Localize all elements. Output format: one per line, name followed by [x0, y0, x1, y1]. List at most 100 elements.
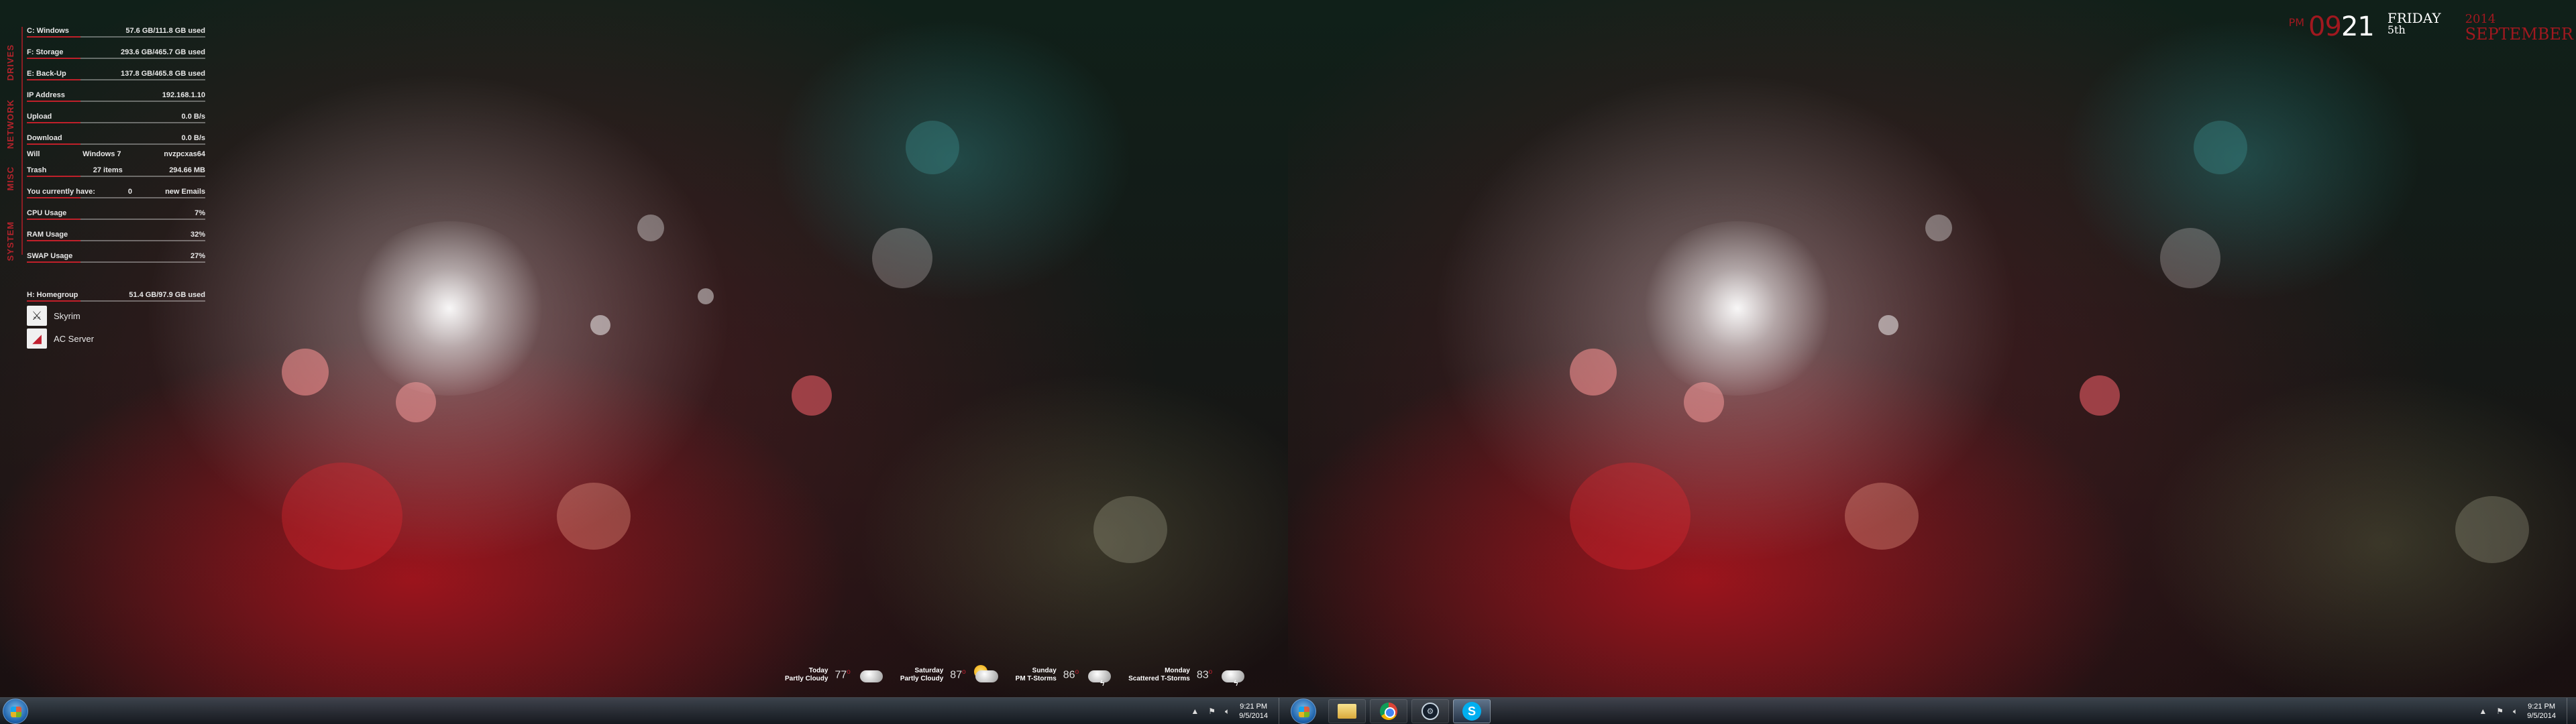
drive-label: F: Storage — [27, 48, 64, 56]
drive-usage: 137.8 GB/465.8 GB used — [121, 70, 205, 78]
chrome-icon — [1380, 703, 1397, 720]
ram-label: RAM Usage — [27, 231, 68, 239]
drive-row: C: Windows 57.6 GB/111.8 GB used — [27, 24, 205, 40]
windows-row: Will Windows 7 nvzpcxas64 — [27, 147, 205, 164]
partly-cloudy-icon — [857, 665, 885, 685]
folder-icon — [1338, 704, 1356, 719]
pinned-apps: ⚙ S — [1328, 699, 1491, 723]
start-button[interactable] — [3, 699, 28, 724]
skyrim-icon: ⚔ — [27, 306, 47, 326]
system-tray: ▲ ⚑ 🔈︎ 9:21 PM 9/5/2014 — [1191, 698, 1268, 724]
drive-usage: 51.4 GB/97.9 GB used — [129, 291, 205, 299]
network-value: 192.168.1.10 — [162, 91, 205, 99]
taskbar-explorer-button[interactable] — [1328, 699, 1366, 723]
bokeh-light — [282, 463, 402, 570]
storm-icon: ϟ — [1219, 665, 1247, 688]
bokeh-light — [906, 121, 959, 174]
cpu-label: CPU Usage — [27, 209, 67, 217]
bokeh-light — [2080, 375, 2120, 416]
app-label: AC Server — [54, 333, 94, 344]
windows-label: Will — [27, 150, 40, 158]
tray-time: 9:21 PM — [2528, 703, 2556, 711]
section-label-network: NETWORK — [5, 99, 15, 149]
weather-day-name: Saturday — [914, 667, 944, 674]
bokeh-light — [1845, 483, 1919, 550]
show-desktop-button[interactable] — [2567, 698, 2576, 724]
system-monitor-widget: C: Windows 57.6 GB/111.8 GB used F: Stor… — [27, 24, 205, 350]
skype-icon: S — [1462, 702, 1481, 721]
clock-date: 2014 SEPTEMBER — [2465, 12, 2573, 42]
ram-row: RAM Usage 32% — [27, 228, 205, 244]
bokeh-light — [872, 228, 932, 288]
show-desktop-button[interactable] — [1279, 698, 1288, 724]
weather-temp: 83o — [1196, 668, 1213, 681]
tray-clock[interactable]: 9:21 PM 9/5/2014 — [2527, 702, 2556, 721]
clock-widget: PM 0921 FRIDAY 5th 2014 SEPTEMBER — [2288, 10, 2573, 42]
app-shortcut-skyrim[interactable]: ⚔ Skyrim — [27, 304, 205, 327]
trash-row: Trash 27 items 294.66 MB — [27, 164, 205, 180]
email-label: You currently have: — [27, 188, 95, 196]
start-button[interactable] — [1291, 699, 1316, 724]
weather-condition: Partly Cloudy — [785, 675, 828, 682]
drive-row: E: Back-Up 137.8 GB/465.8 GB used — [27, 67, 205, 83]
right-desktop: PM 0921 FRIDAY 5th 2014 SEPTEMBER ⚙ S ▲ … — [1288, 0, 2576, 724]
app-shortcut-ac-server[interactable]: ◢ AC Server — [27, 327, 205, 350]
drive-usage: 57.6 GB/111.8 GB used — [125, 27, 205, 35]
swap-label: SWAP Usage — [27, 252, 73, 260]
bokeh-light — [2160, 228, 2220, 288]
weather-widget: Today Partly Cloudy 77o Saturday Partly Cl… — [785, 665, 1247, 688]
left-desktop: DRIVES NETWORK MISC SYSTEM C: Windows 57… — [0, 0, 1288, 724]
weather-temp: 87o — [950, 668, 966, 681]
volume-icon[interactable]: 🔈︎ — [2513, 707, 2518, 717]
drive-label: E: Back-Up — [27, 70, 66, 78]
cpu-value: 7% — [195, 209, 205, 217]
computer-name: nvzpcxas64 — [164, 150, 205, 158]
flag-icon[interactable]: ⚑ — [2496, 707, 2504, 716]
drive-label: C: Windows — [27, 27, 69, 35]
ac-server-icon: ◢ — [27, 328, 47, 349]
tray-time: 9:21 PM — [1240, 703, 1268, 711]
network-label: IP Address — [27, 91, 65, 99]
bokeh-light — [1570, 463, 1690, 570]
network-label: Upload — [27, 113, 52, 121]
flag-icon[interactable]: ⚑ — [1208, 707, 1216, 716]
email-count: 0 — [127, 188, 133, 196]
light-glow — [349, 221, 550, 396]
windows-version: Windows 7 — [83, 150, 121, 158]
drive-row: F: Storage 293.6 GB/465.7 GB used — [27, 46, 205, 62]
clock-ampm: PM — [2288, 16, 2305, 29]
network-value: 0.0 B/s — [181, 113, 205, 121]
weather-day-name: Sunday — [1032, 667, 1057, 674]
network-label: Download — [27, 134, 62, 142]
weather-day-name: Monday — [1165, 667, 1190, 674]
bokeh-light — [590, 315, 610, 335]
clock-day-name: FRIDAY — [2387, 10, 2441, 26]
bokeh-light — [557, 483, 631, 550]
weather-condition: Scattered T-Storms — [1128, 675, 1190, 682]
ram-value: 32% — [190, 231, 205, 239]
volume-icon[interactable]: 🔈︎ — [1225, 707, 1230, 717]
taskbar-right: ⚙ S ▲ ⚑ 🔈︎ 9:21 PM 9/5/2014 — [1288, 697, 2576, 724]
storm-icon: ϟ — [1085, 665, 1114, 688]
tray-date: 9/5/2014 — [2527, 712, 2556, 720]
weather-day-name: Today — [808, 667, 828, 674]
weather-day: Sunday PM T-Storms 86o ϟ — [1016, 665, 1114, 688]
show-hidden-icon[interactable]: ▲ — [1191, 707, 1199, 716]
trash-items: 27 items — [93, 166, 123, 174]
clock-month: SEPTEMBER — [2465, 25, 2573, 44]
tray-date: 9/5/2014 — [1239, 712, 1268, 720]
show-hidden-icon[interactable]: ▲ — [2479, 707, 2487, 716]
bokeh-light — [698, 288, 714, 304]
tray-clock[interactable]: 9:21 PM 9/5/2014 — [1239, 702, 1268, 721]
taskbar-chrome-button[interactable] — [1370, 699, 1407, 723]
taskbar-steam-button[interactable]: ⚙ — [1411, 699, 1449, 723]
taskbar-skype-button[interactable]: S — [1453, 699, 1491, 723]
bokeh-light — [792, 375, 832, 416]
weather-condition: Partly Cloudy — [900, 675, 944, 682]
drive-label: H: Homegroup — [27, 291, 78, 299]
widget-accent-line — [21, 27, 23, 255]
system-tray: ▲ ⚑ 🔈︎ 9:21 PM 9/5/2014 — [2479, 698, 2556, 724]
bokeh-light — [1925, 215, 1952, 241]
network-row: IP Address 192.168.1.10 — [27, 88, 205, 105]
bokeh-light — [1570, 349, 1617, 396]
